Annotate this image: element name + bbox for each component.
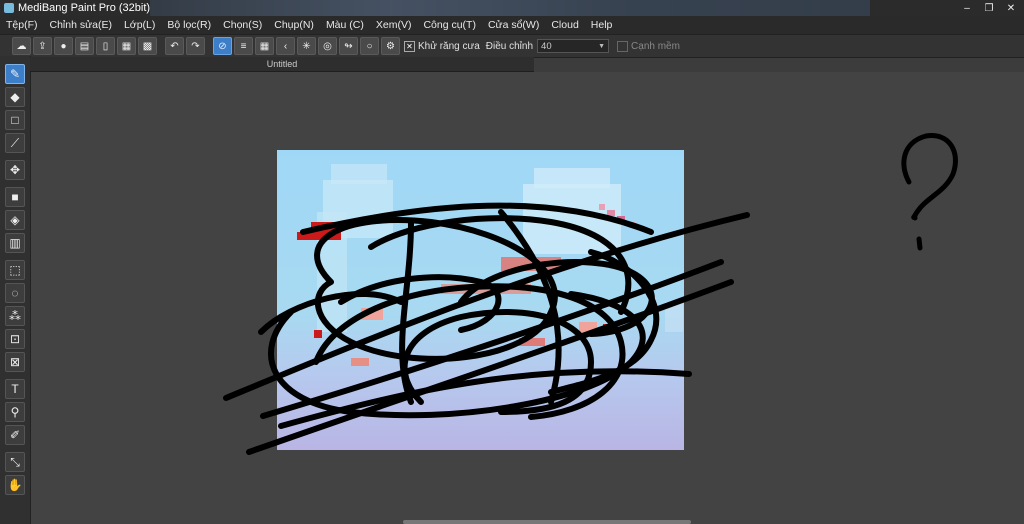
top-toolbar: ☁ ⇪ ● ▤ ▯ ▦ ▩ ↶ ↷ ⊘ ≡ ▦ ‹ ✳ ◎ ↬ ○ ⚙ ✕ Kh… (0, 34, 1024, 58)
cloud-icon[interactable]: ☁ (12, 37, 31, 55)
grid-snap-icon[interactable]: ▦ (255, 37, 274, 55)
window-controls: – ❐ ✕ (956, 0, 1022, 16)
lasso-tool-icon[interactable]: ◌ (5, 283, 25, 303)
menu-color[interactable]: Màu (C) (320, 19, 370, 31)
horizontal-scrollbar[interactable] (403, 520, 691, 524)
tool-palette: ✎ ◆ □ ⟋ ✥ ■ ◈ ▥ ⬚ ◌ ⁂ ⊡ ⊠ T ⚲ ✐ ⤡ ✋ (0, 56, 31, 524)
menu-edit[interactable]: Chỉnh sửa(E) (44, 19, 118, 31)
dot-tool-icon[interactable]: □ (5, 110, 25, 130)
menu-help[interactable]: Help (585, 19, 619, 31)
concentric-snap-icon[interactable]: ◎ (318, 37, 337, 55)
eraser-tool-icon[interactable]: ◆ (5, 87, 25, 107)
menu-file[interactable]: Tệp(F) (0, 19, 44, 31)
blur-tool-icon[interactable]: ⟋ (5, 133, 25, 153)
document-tab-title: Untitled (266, 59, 298, 69)
storyboard-icon[interactable]: ▦ (117, 37, 136, 55)
divide-tool-icon[interactable]: ✐ (5, 425, 25, 445)
adjust-value: 40 (541, 40, 552, 52)
app-icon (4, 3, 14, 13)
menu-select[interactable]: Chọn(S) (217, 19, 268, 31)
brush-tool-icon[interactable]: ✎ (5, 64, 25, 84)
maximize-button[interactable]: ❐ (978, 0, 1000, 16)
select-tool-icon[interactable]: ⬚ (5, 260, 25, 280)
title-bar: MediBang Paint Pro (32bit) – ❐ ✕ (0, 0, 1024, 16)
adjust-label: Điều chỉnh (485, 40, 534, 52)
eyedropper-tool-icon[interactable]: ⤡ (5, 452, 25, 472)
radial-snap-icon[interactable]: ✳ (297, 37, 316, 55)
shape-tool-icon[interactable]: ■ (5, 187, 25, 207)
chevron-down-icon: ▼ (598, 42, 606, 50)
question-mark-icon (901, 133, 958, 251)
snap-settings-icon[interactable]: ⚙ (381, 37, 400, 55)
operation-tool-icon[interactable]: ⚲ (5, 402, 25, 422)
circle-snap-icon[interactable]: ○ (360, 37, 379, 55)
select-eraser-tool-icon[interactable]: ⊠ (5, 352, 25, 372)
page-icon[interactable]: ▯ (96, 37, 115, 55)
curve-snap-icon[interactable]: ↬ (339, 37, 358, 55)
move-tool-icon[interactable]: ✥ (5, 160, 25, 180)
menu-layer[interactable]: Lớp(L) (118, 19, 161, 31)
gradient-tool-icon[interactable]: ▥ (5, 233, 25, 253)
hand-tool-icon[interactable]: ✋ (5, 475, 25, 495)
parallel-snap-icon[interactable]: ≡ (234, 37, 253, 55)
menu-bar: Tệp(F) Chỉnh sửa(E) Lớp(L) Bộ lọc(R) Chọ… (0, 16, 1024, 34)
speech-bubble-icon[interactable]: ● (54, 37, 73, 55)
document-tab[interactable]: Untitled (30, 57, 534, 72)
menu-snap[interactable]: Chụp(N) (268, 19, 320, 31)
canvas-workspace[interactable] (31, 72, 1024, 524)
text-tool-icon[interactable]: T (5, 379, 25, 399)
adjust-dropdown[interactable]: 40 ▼ (537, 39, 610, 53)
menu-window[interactable]: Cửa sổ(W) (482, 19, 545, 31)
antialias-checkbox[interactable]: ✕ (404, 40, 415, 52)
canvas-drawing[interactable] (31, 72, 1024, 524)
bucket-tool-icon[interactable]: ◈ (5, 210, 25, 230)
close-button[interactable]: ✕ (1000, 0, 1022, 16)
menu-tools[interactable]: Công cụ(T) (417, 19, 482, 31)
panel-edit-icon[interactable]: ▩ (138, 37, 157, 55)
undo-icon[interactable]: ↶ (165, 37, 184, 55)
soft-edge-checkbox[interactable] (617, 40, 629, 52)
redo-icon[interactable]: ↷ (186, 37, 205, 55)
menu-view[interactable]: Xem(V) (370, 19, 418, 31)
soft-edge-label: Cạnh mềm (631, 40, 680, 52)
menu-filter[interactable]: Bộ lọc(R) (161, 19, 217, 31)
minimize-button[interactable]: – (956, 0, 978, 16)
magic-wand-tool-icon[interactable]: ⁂ (5, 306, 25, 326)
comment-icon[interactable]: ▤ (75, 37, 94, 55)
window-title: MediBang Paint Pro (32bit) (18, 2, 151, 14)
menu-cloud[interactable]: Cloud (545, 19, 584, 31)
select-pen-tool-icon[interactable]: ⊡ (5, 329, 25, 349)
share-icon[interactable]: ⇪ (33, 37, 52, 55)
background-browser-tabs (150, 0, 870, 16)
perspective-snap-icon[interactable]: ‹ (276, 37, 295, 55)
snap-off-icon[interactable]: ⊘ (213, 37, 232, 55)
antialias-label: Khử răng cưa (418, 40, 480, 52)
